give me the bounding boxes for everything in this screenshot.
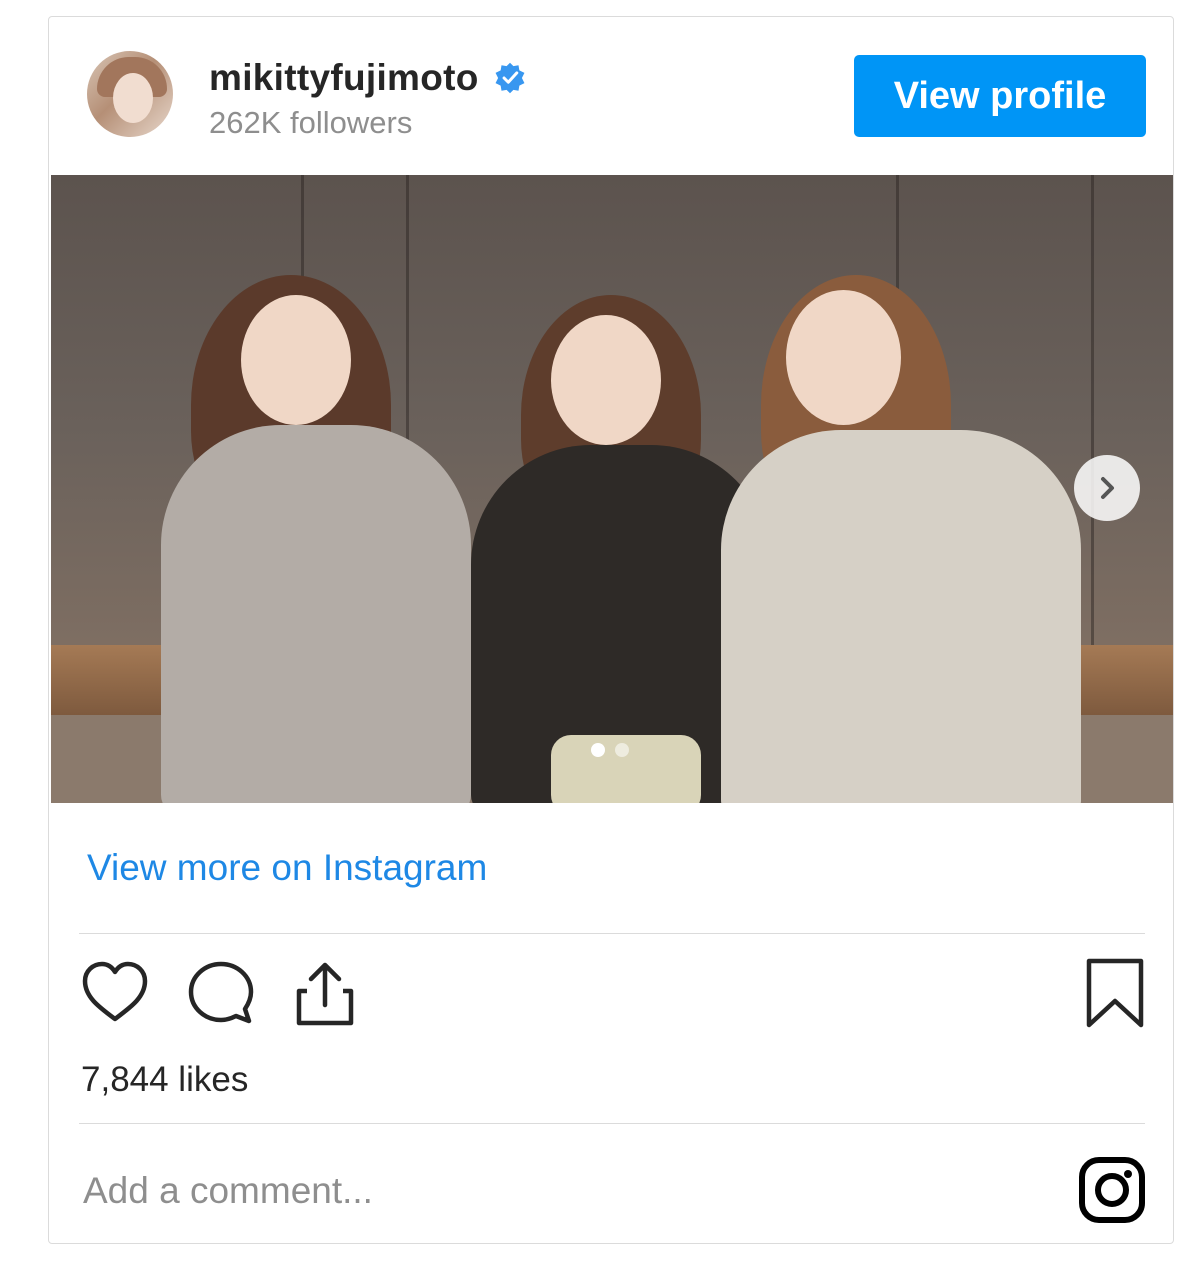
username-row: mikittyfujimoto bbox=[209, 57, 527, 99]
view-profile-button[interactable]: View profile bbox=[854, 55, 1146, 137]
carousel-indicator bbox=[591, 743, 629, 757]
share-icon[interactable] bbox=[289, 957, 361, 1029]
divider bbox=[79, 933, 1145, 934]
bookmark-icon[interactable] bbox=[1079, 957, 1151, 1029]
instagram-logo-icon[interactable] bbox=[1077, 1155, 1147, 1225]
post-header: mikittyfujimoto 262K followers View prof… bbox=[49, 17, 1173, 175]
follower-count: 262K followers bbox=[209, 105, 413, 140]
like-count[interactable]: 7,844 likes bbox=[81, 1060, 248, 1100]
username[interactable]: mikittyfujimoto bbox=[209, 57, 479, 99]
next-slide-button[interactable] bbox=[1074, 455, 1140, 521]
avatar[interactable] bbox=[87, 51, 173, 137]
instagram-embed-card: mikittyfujimoto 262K followers View prof… bbox=[48, 16, 1174, 1244]
verified-badge-icon bbox=[495, 62, 525, 94]
carousel-dot bbox=[615, 743, 629, 757]
comment-icon[interactable] bbox=[185, 957, 257, 1029]
divider bbox=[79, 1123, 1145, 1124]
carousel-dot bbox=[591, 743, 605, 757]
post-photo[interactable] bbox=[51, 175, 1173, 803]
chevron-right-icon bbox=[1101, 477, 1114, 499]
view-more-link[interactable]: View more on Instagram bbox=[87, 847, 487, 889]
heart-icon[interactable] bbox=[79, 957, 151, 1029]
comment-input[interactable] bbox=[81, 1162, 1035, 1220]
action-bar bbox=[79, 957, 1145, 1037]
